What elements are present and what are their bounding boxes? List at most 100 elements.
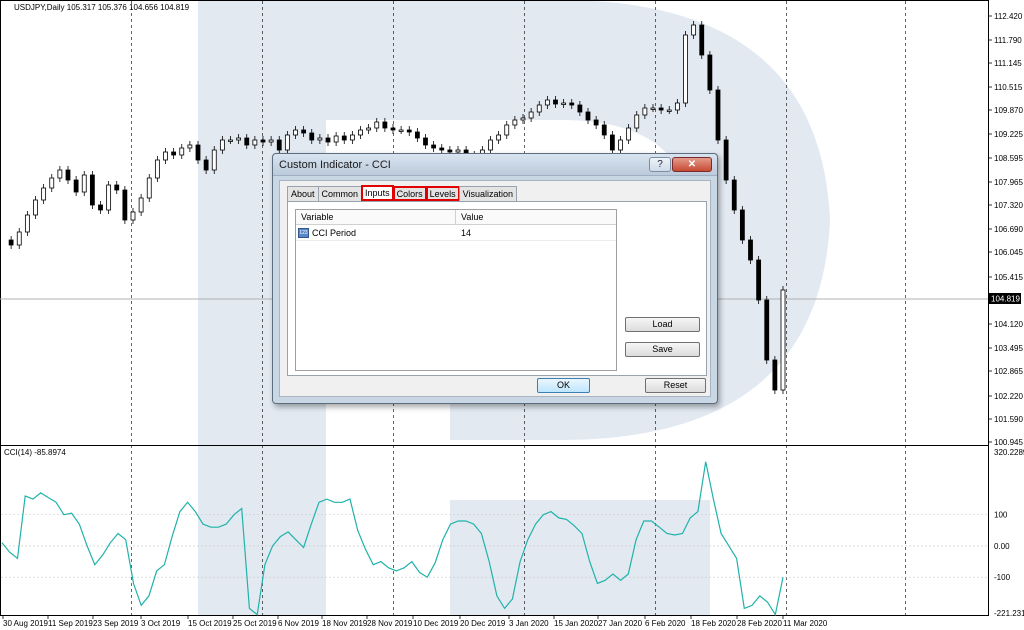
candle-body [609, 134, 615, 151]
candle-body [577, 104, 583, 113]
date-axis: 30 Aug 2019 11 Sep 2019 23 Sep 2019 3 Oct 2… [2, 615, 828, 628]
current-price-value: 104.819 [991, 295, 1020, 304]
candle-body [488, 139, 493, 151]
candle-body [496, 134, 502, 141]
ok-button[interactable]: OK [537, 378, 590, 393]
price-tick-label: 111.145 [994, 59, 1022, 68]
tab-about[interactable]: About [287, 186, 319, 201]
candle-body [236, 137, 242, 141]
tab-levels[interactable]: Levels [425, 186, 460, 201]
dialog-body: About Common Inputs Colors Levels Visual… [279, 180, 711, 397]
price-tick-label: 106.690 [994, 225, 1023, 234]
candle-body [528, 111, 534, 119]
candle-body [707, 54, 713, 91]
candle-body [309, 132, 315, 141]
cci-tick-label: 0.00 [994, 542, 1010, 551]
help-button[interactable]: ? [649, 157, 671, 172]
load-button[interactable]: Load [625, 317, 700, 332]
candle-body [301, 129, 307, 134]
cci-tick-label: 320.2289 [994, 448, 1024, 457]
tab-visualization[interactable]: Visualization [458, 186, 517, 201]
close-button[interactable]: ✕ [672, 157, 712, 172]
candle-body [89, 174, 95, 206]
candle-body [114, 184, 120, 191]
save-button[interactable]: Save [625, 342, 700, 357]
candle-body [252, 139, 258, 146]
column-header-value: Value [461, 212, 484, 222]
candle-body [195, 144, 201, 161]
candle-body [211, 149, 217, 171]
candle-body [699, 24, 705, 56]
date-tick-label: 6 Feb 2020 [645, 619, 686, 628]
candle-body [764, 299, 770, 361]
candle-body [122, 189, 128, 221]
candle-body [146, 177, 152, 199]
candle-body [723, 139, 729, 181]
column-header-variable: Variable [301, 212, 334, 222]
table-row[interactable]: 123 CCI Period 14 [296, 226, 616, 241]
price-tick-label: 111.790 [994, 36, 1022, 45]
candle-body [423, 137, 428, 146]
candle-body [569, 102, 575, 106]
price-tick-label: 103.495 [994, 344, 1023, 353]
candle-body [366, 127, 372, 131]
price-tick-label: 107.320 [994, 201, 1023, 210]
candle-body [683, 34, 688, 104]
price-tick-label: 109.225 [994, 130, 1023, 139]
candle-body [8, 239, 14, 246]
candle-body [650, 107, 656, 110]
candle-body [57, 169, 63, 179]
candle-body [390, 127, 396, 131]
price-tick-label: 102.865 [994, 367, 1023, 376]
candle-body [544, 99, 550, 106]
reset-button[interactable]: Reset [645, 378, 706, 393]
tab-colors[interactable]: Colors [392, 186, 427, 201]
cci-tick-label: 100 [994, 511, 1008, 520]
price-tick-label: 110.515 [994, 83, 1023, 92]
candle-body [293, 129, 298, 136]
candle-body [748, 239, 753, 261]
price-tick-label: 112.420 [994, 12, 1023, 21]
candle-body [739, 209, 745, 241]
tab-common[interactable]: Common [317, 186, 363, 201]
candle-body [171, 151, 177, 156]
tab-inputs[interactable]: Inputs [361, 185, 394, 201]
date-tick-label: 28 Feb 2020 [737, 619, 782, 628]
candle-body [73, 179, 79, 193]
candle-body [276, 139, 282, 151]
price-tick-label: 101.590 [994, 415, 1023, 424]
candle-body [219, 139, 225, 151]
date-tick-label: 11 Sep 2019 [48, 619, 93, 628]
inputs-table: Variable Value 123 CCI Period 14 [295, 209, 617, 371]
cci-header: CCI(14) -85.8974 [4, 448, 66, 457]
candle-body [626, 127, 632, 141]
candle-body [715, 89, 721, 141]
candle-body [138, 197, 144, 213]
custom-indicator-dialog: Custom Indicator - CCI ? ✕ About Common … [272, 153, 718, 404]
date-tick-label: 25 Oct 2019 [233, 619, 277, 628]
price-axis: 112.420 111.790 111.145 110.515 109.870 109.2… [988, 12, 1023, 447]
candle-body [341, 135, 347, 141]
candle-body [439, 147, 445, 151]
param-value[interactable]: 14 [461, 228, 471, 238]
dialog-titlebar[interactable]: Custom Indicator - CCI ? ✕ [273, 154, 717, 176]
candle-body [593, 119, 599, 126]
candle-body [658, 107, 664, 111]
candle-body [585, 111, 591, 121]
cci-tick-label: -100 [994, 573, 1011, 582]
candle-body [674, 102, 680, 111]
candle-body [504, 124, 510, 136]
date-tick-label: 18 Nov 2019 [322, 619, 368, 628]
candle-body [179, 147, 185, 156]
date-tick-label: 30 Aug 2019 [3, 619, 48, 628]
date-tick-label: 11 Mar 2020 [783, 619, 828, 628]
candle-body [268, 139, 274, 143]
candle-body [731, 179, 737, 211]
candle-body [284, 134, 290, 151]
candle-body [398, 129, 404, 132]
chart-header: USDJPY,Daily 105.317 105.376 104.656 104… [14, 3, 190, 12]
candle-body [203, 159, 209, 171]
candle-body [49, 177, 55, 189]
candle-body [325, 137, 331, 143]
date-tick-label: 23 Sep 2019 [93, 619, 139, 628]
